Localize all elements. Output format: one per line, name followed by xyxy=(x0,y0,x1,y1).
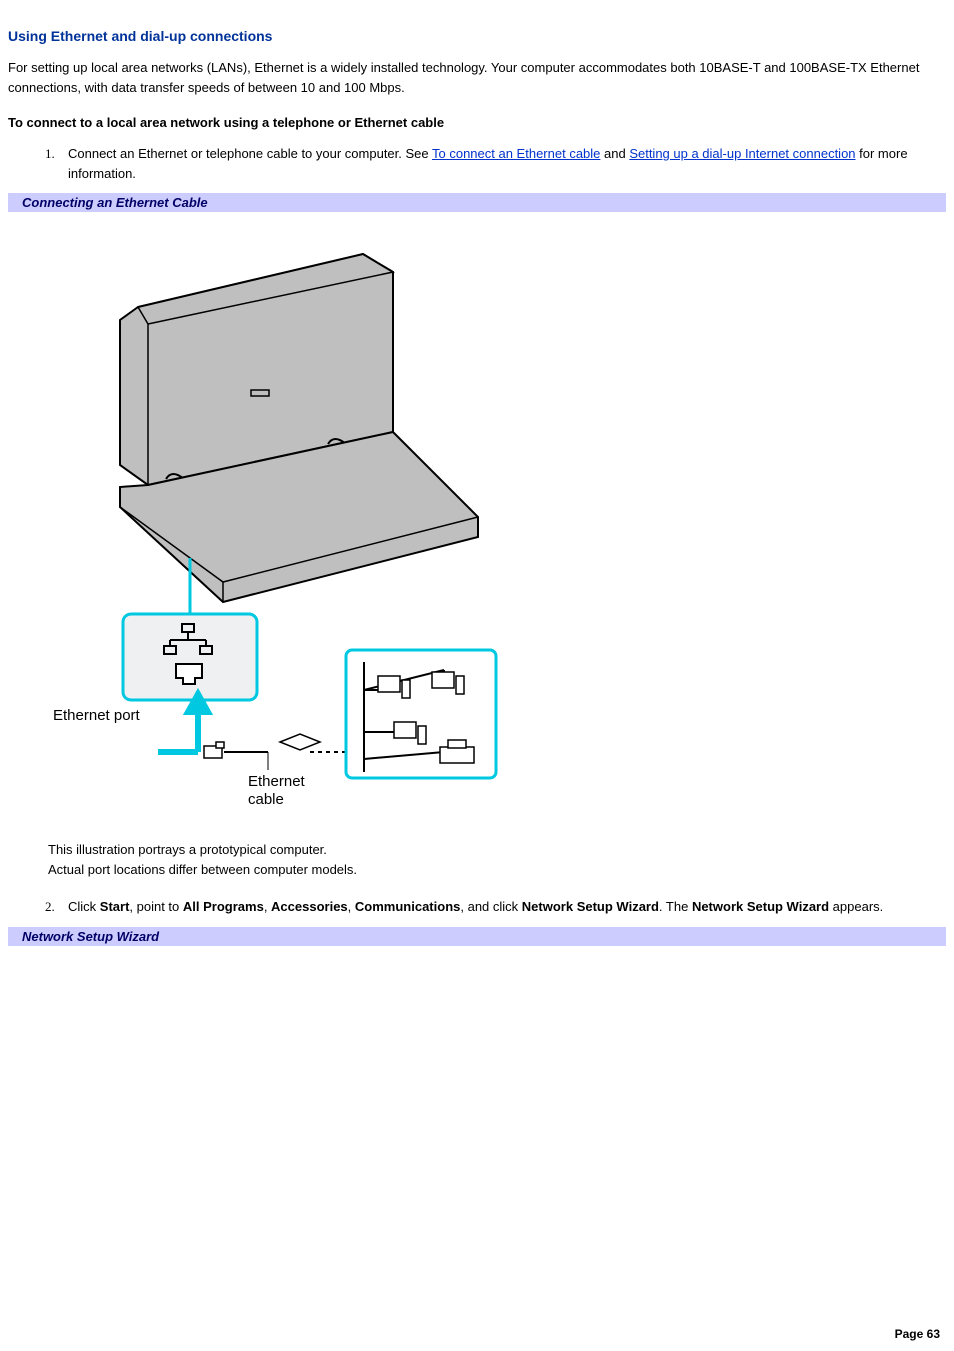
illustration-note: This illustration portrays a prototypica… xyxy=(48,840,946,879)
figure-caption-ethernet: Connecting an Ethernet Cable xyxy=(8,193,946,212)
s2-t5: , and click xyxy=(460,899,521,914)
ethernet-plug-icon xyxy=(204,742,224,758)
ill-note-line1: This illustration portrays a prototypica… xyxy=(48,842,327,857)
page-number: Page 63 xyxy=(895,1323,948,1345)
figure-caption-wizard: Network Setup Wizard xyxy=(8,927,946,946)
ill-note-line2: Actual port locations differ between com… xyxy=(48,862,357,877)
s2-t3: , xyxy=(264,899,271,914)
s2-b3: Accessories xyxy=(271,899,348,914)
procedure-heading: To connect to a local area network using… xyxy=(8,115,946,130)
link-connect-ethernet[interactable]: To connect an Ethernet cable xyxy=(432,146,600,161)
section-heading: Using Ethernet and dial-up connections xyxy=(8,28,946,44)
ethernet-illustration: Ethernet port Ethernet cable xyxy=(8,212,946,822)
s2-b5: Network Setup Wizard xyxy=(522,899,659,914)
s2-t6: . The xyxy=(659,899,692,914)
s2-t2: , point to xyxy=(129,899,182,914)
step-1-text-pre: Connect an Ethernet or telephone cable t… xyxy=(68,146,432,161)
step-1: Connect an Ethernet or telephone cable t… xyxy=(58,144,946,183)
label-ethernet-cable-1: Ethernet xyxy=(248,773,306,790)
link-dialup-setup[interactable]: Setting up a dial-up Internet connection xyxy=(629,146,855,161)
switch-icon xyxy=(280,734,320,750)
step-2: Click Start, point to All Programs, Acce… xyxy=(58,897,946,917)
ethernet-port-inset xyxy=(123,614,257,700)
label-ethernet-port: Ethernet port xyxy=(53,707,141,724)
intro-paragraph: For setting up local area networks (LANs… xyxy=(8,58,946,97)
step-1-text-mid: and xyxy=(600,146,629,161)
s2-b4: Communications xyxy=(355,899,460,914)
s2-t4: , xyxy=(348,899,355,914)
label-ethernet-cable-2: cable xyxy=(248,791,284,808)
s2-b6: Network Setup Wizard xyxy=(692,899,829,914)
s2-t1: Click xyxy=(68,899,100,914)
s2-t7: appears. xyxy=(829,899,883,914)
s2-b2: All Programs xyxy=(183,899,264,914)
ethernet-cable-arrow xyxy=(158,694,208,752)
s2-b1: Start xyxy=(100,899,130,914)
laptop-diagram-svg: Ethernet port Ethernet cable xyxy=(48,232,508,812)
